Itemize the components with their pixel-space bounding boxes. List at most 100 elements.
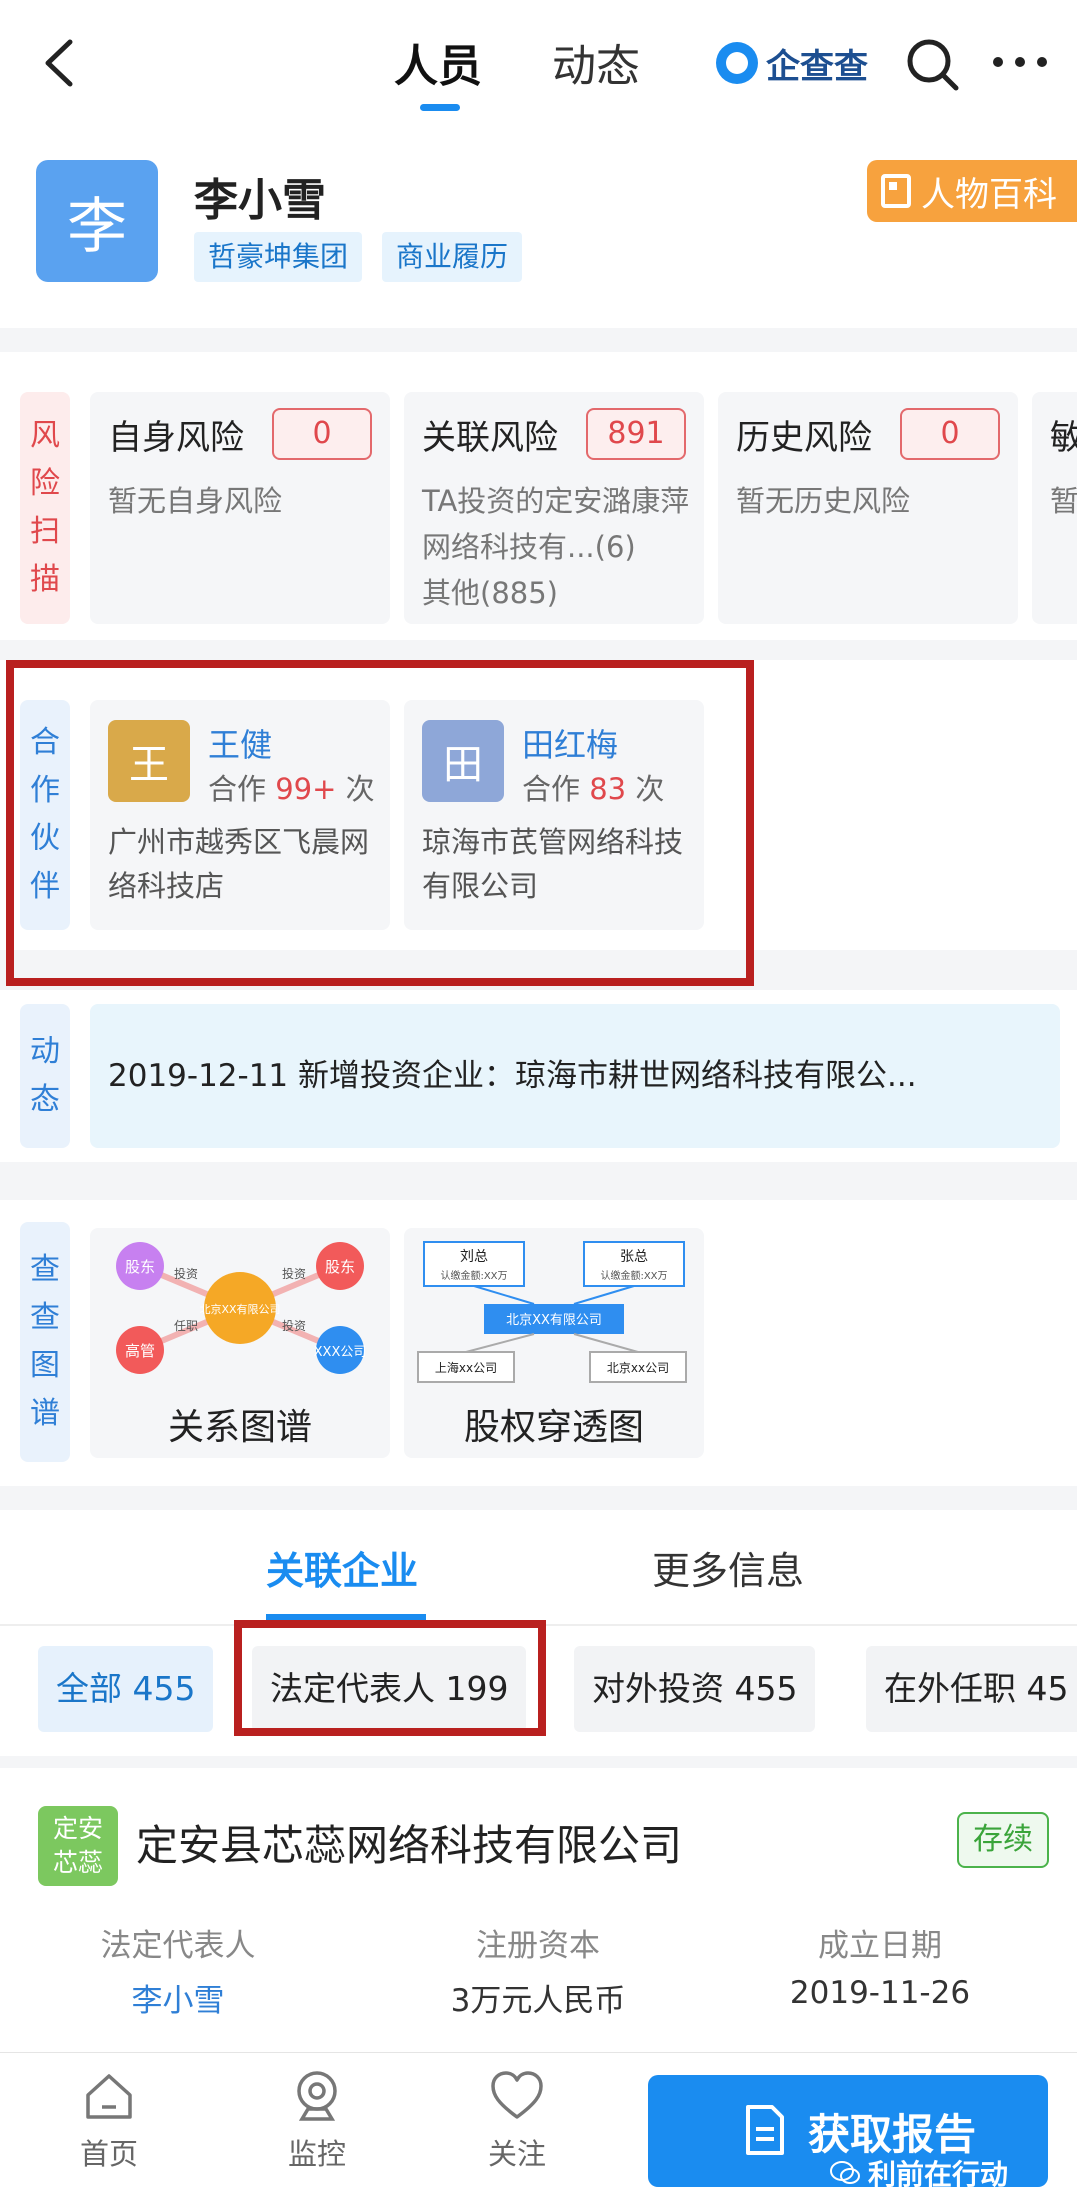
risk-label-char: 描 — [30, 562, 60, 597]
back-arrow-icon[interactable] — [40, 38, 80, 88]
tab-people[interactable]: 人员 — [394, 30, 482, 94]
more-options-icon[interactable] — [990, 52, 1050, 72]
capital-value: 3万元人民币 — [450, 1983, 626, 2019]
history-risk-card[interactable]: 历史风险 0 暂无历史风险 — [718, 392, 1018, 624]
dynamic-label: 动 态 — [20, 1004, 70, 1148]
partner-coop-count: 合作 99+ 次 — [208, 766, 375, 808]
person-wiki-label: 人物百科 — [921, 174, 1057, 215]
related-tab-indicator — [266, 1614, 426, 1620]
equity-node-center: 北京XX有限公司 — [506, 1313, 602, 1328]
legal-rep-label: 法定代表人 — [100, 1928, 256, 1964]
risk-label-char: 扫 — [30, 514, 60, 549]
founded-info: 成立日期 2019-11-26 — [730, 1920, 1030, 2011]
coop-prefix: 合作 — [208, 772, 276, 806]
risk-card-desc: 暂无历史风险 — [736, 484, 911, 518]
tab-related-companies[interactable]: 关联企业 — [266, 1540, 418, 1595]
partners-label-char: 作 — [30, 773, 60, 808]
partners-label-char: 伴 — [30, 869, 60, 904]
nav-follow[interactable]: 关注 — [462, 2067, 572, 2173]
graph-node-center: 北京XX有限公司 — [199, 1302, 280, 1316]
risk-count-badge: 891 — [586, 408, 686, 460]
watermark: 利前在行动 — [829, 2153, 1008, 2193]
equity-graph-card[interactable]: 刘总 认缴金额:XX万 张总 认缴金额:XX万 北京XX有限公司 上海xx公司 … — [404, 1228, 704, 1458]
risk-label-char: 风 — [30, 418, 60, 453]
person-name: 李小雪 — [194, 175, 326, 226]
graph-label-char: 谱 — [30, 1396, 60, 1431]
equity-graph-label: 股权穿透图 — [463, 1407, 644, 1448]
filter-chip-investment[interactable]: 对外投资 455 — [574, 1646, 816, 1732]
risk-card-title: 自身风险 — [108, 418, 244, 458]
risk-label-char: 险 — [30, 466, 60, 501]
risk-card-desc: 暂无自身风险 — [108, 484, 283, 518]
filter-chip-legal-rep[interactable]: 法定代表人 199 — [252, 1646, 527, 1732]
graph-node-company: XXX公司 — [314, 1345, 367, 1360]
graph-edge-label: 投资 — [282, 1266, 306, 1281]
company-logo-text: 定安 — [52, 1814, 103, 1843]
self-risk-card[interactable]: 自身风险 0 暂无自身风险 — [90, 392, 390, 624]
partner-card[interactable]: 王 王健 合作 99+ 次 广州市越秀区飞晨网络科技店 — [90, 700, 390, 930]
partners-label: 合 作 伙 伴 — [20, 700, 70, 930]
equity-node-name: 张总 — [620, 1249, 648, 1265]
tag-group[interactable]: 哲豪坤集团 — [194, 232, 363, 282]
heart-icon — [491, 2071, 543, 2119]
tab-dynamics[interactable]: 动态 — [552, 30, 640, 94]
home-icon — [86, 2074, 132, 2119]
risk-card-desc: 暂 — [1050, 484, 1077, 518]
monitor-camera-icon — [297, 2071, 337, 2121]
nav-monitor-label: 监控 — [287, 2137, 346, 2171]
get-report-button[interactable]: 获取报告 利前在行动 — [648, 2075, 1048, 2191]
risk-card-title: 关联风险 — [422, 418, 558, 458]
tag-business-history[interactable]: 商业履历 — [382, 232, 523, 282]
partner-coop-count: 合作 83 次 — [522, 766, 664, 808]
graph-label-char: 图 — [30, 1348, 60, 1383]
partners-label-char: 伙 — [30, 821, 60, 856]
dynamic-label-char: 动 — [30, 1034, 60, 1069]
related-risk-other: 其他(885) — [422, 576, 558, 610]
partner-card[interactable]: 田 田红梅 合作 83 次 琼海市芪管网络科技有限公司 — [404, 700, 704, 930]
graph-node-executive: 高管 — [125, 1342, 155, 1360]
partner-avatar: 王 — [108, 720, 190, 802]
coop-prefix: 合作 — [522, 772, 590, 806]
tab-more-info[interactable]: 更多信息 — [652, 1540, 804, 1595]
related-risk-detail: TA投资的定安潞康萍网络科技有...(6) — [422, 484, 690, 564]
capital-label: 注册资本 — [476, 1928, 600, 1964]
equity-node-sub-company: 上海xx公司 — [435, 1360, 497, 1375]
coop-suffix: 次 — [336, 772, 375, 806]
filter-chip-positions[interactable]: 在外任职 45 — [866, 1646, 1077, 1732]
partner-name: 王健 — [208, 726, 273, 764]
graph-label-char: 查 — [30, 1252, 60, 1287]
search-icon[interactable] — [904, 36, 960, 92]
bottom-nav-bar: 首页 监控 关注 获取报告 利前在行动 — [0, 2052, 1077, 2194]
dynamic-label-char: 态 — [30, 1082, 60, 1117]
company-status-badge: 存续 — [957, 1812, 1049, 1868]
founded-value: 2019-11-26 — [789, 1975, 971, 2011]
related-risk-card[interactable]: 关联风险 891 TA投资的定安潞康萍网络科技有...(6) 其他(885) — [404, 392, 704, 624]
person-wiki-button[interactable]: 人物百科 — [867, 160, 1077, 222]
top-nav-bar: 人员 动态 企查查 — [0, 0, 1077, 128]
active-tab-indicator — [420, 104, 460, 111]
person-profile-header: 李 李小雪 哲豪坤集团 商业履历 人物百科 — [0, 128, 1077, 328]
nav-home[interactable]: 首页 — [54, 2067, 164, 2173]
nav-follow-label: 关注 — [487, 2137, 546, 2171]
document-icon — [746, 2105, 784, 2155]
relationship-graph-label: 关系图谱 — [167, 1407, 312, 1448]
graph-node-shareholder: 股东 — [325, 1258, 355, 1276]
filter-chip-all[interactable]: 全部 455 — [38, 1646, 214, 1732]
partner-name: 田红梅 — [522, 726, 619, 764]
legal-rep-info: 法定代表人 李小雪 — [28, 1920, 328, 2020]
brand-logo: 企查查 — [716, 38, 868, 88]
sensitive-risk-card[interactable]: 敏 暂 — [1032, 392, 1077, 624]
coop-suffix: 次 — [626, 772, 665, 806]
legal-rep-value[interactable]: 李小雪 — [28, 1975, 328, 2020]
graph-node-shareholder: 股东 — [125, 1258, 155, 1276]
watermark-text: 利前在行动 — [867, 2158, 1008, 2191]
wiki-card-icon — [881, 174, 911, 208]
nav-monitor[interactable]: 监控 — [262, 2067, 372, 2173]
company-logo: 定安 芯蕊 — [38, 1806, 118, 1886]
relationship-graph-thumbnail: 股东 股东 高管 XXX公司 北京XX有限公司 投资 投资 任职 投资 — [116, 1242, 367, 1374]
person-avatar: 李 — [36, 160, 158, 282]
graph-edge-label: 投资 — [174, 1266, 198, 1281]
relationship-graph-card[interactable]: 股东 股东 高管 XXX公司 北京XX有限公司 投资 投资 任职 投资 关系图谱 — [90, 1228, 390, 1458]
company-name[interactable]: 定安县芯蕊网络科技有限公司 — [136, 1812, 682, 1873]
dynamic-news-item[interactable]: 2019-12-11 新增投资企业：琼海市耕世网络科技有限公... — [90, 1004, 1060, 1148]
